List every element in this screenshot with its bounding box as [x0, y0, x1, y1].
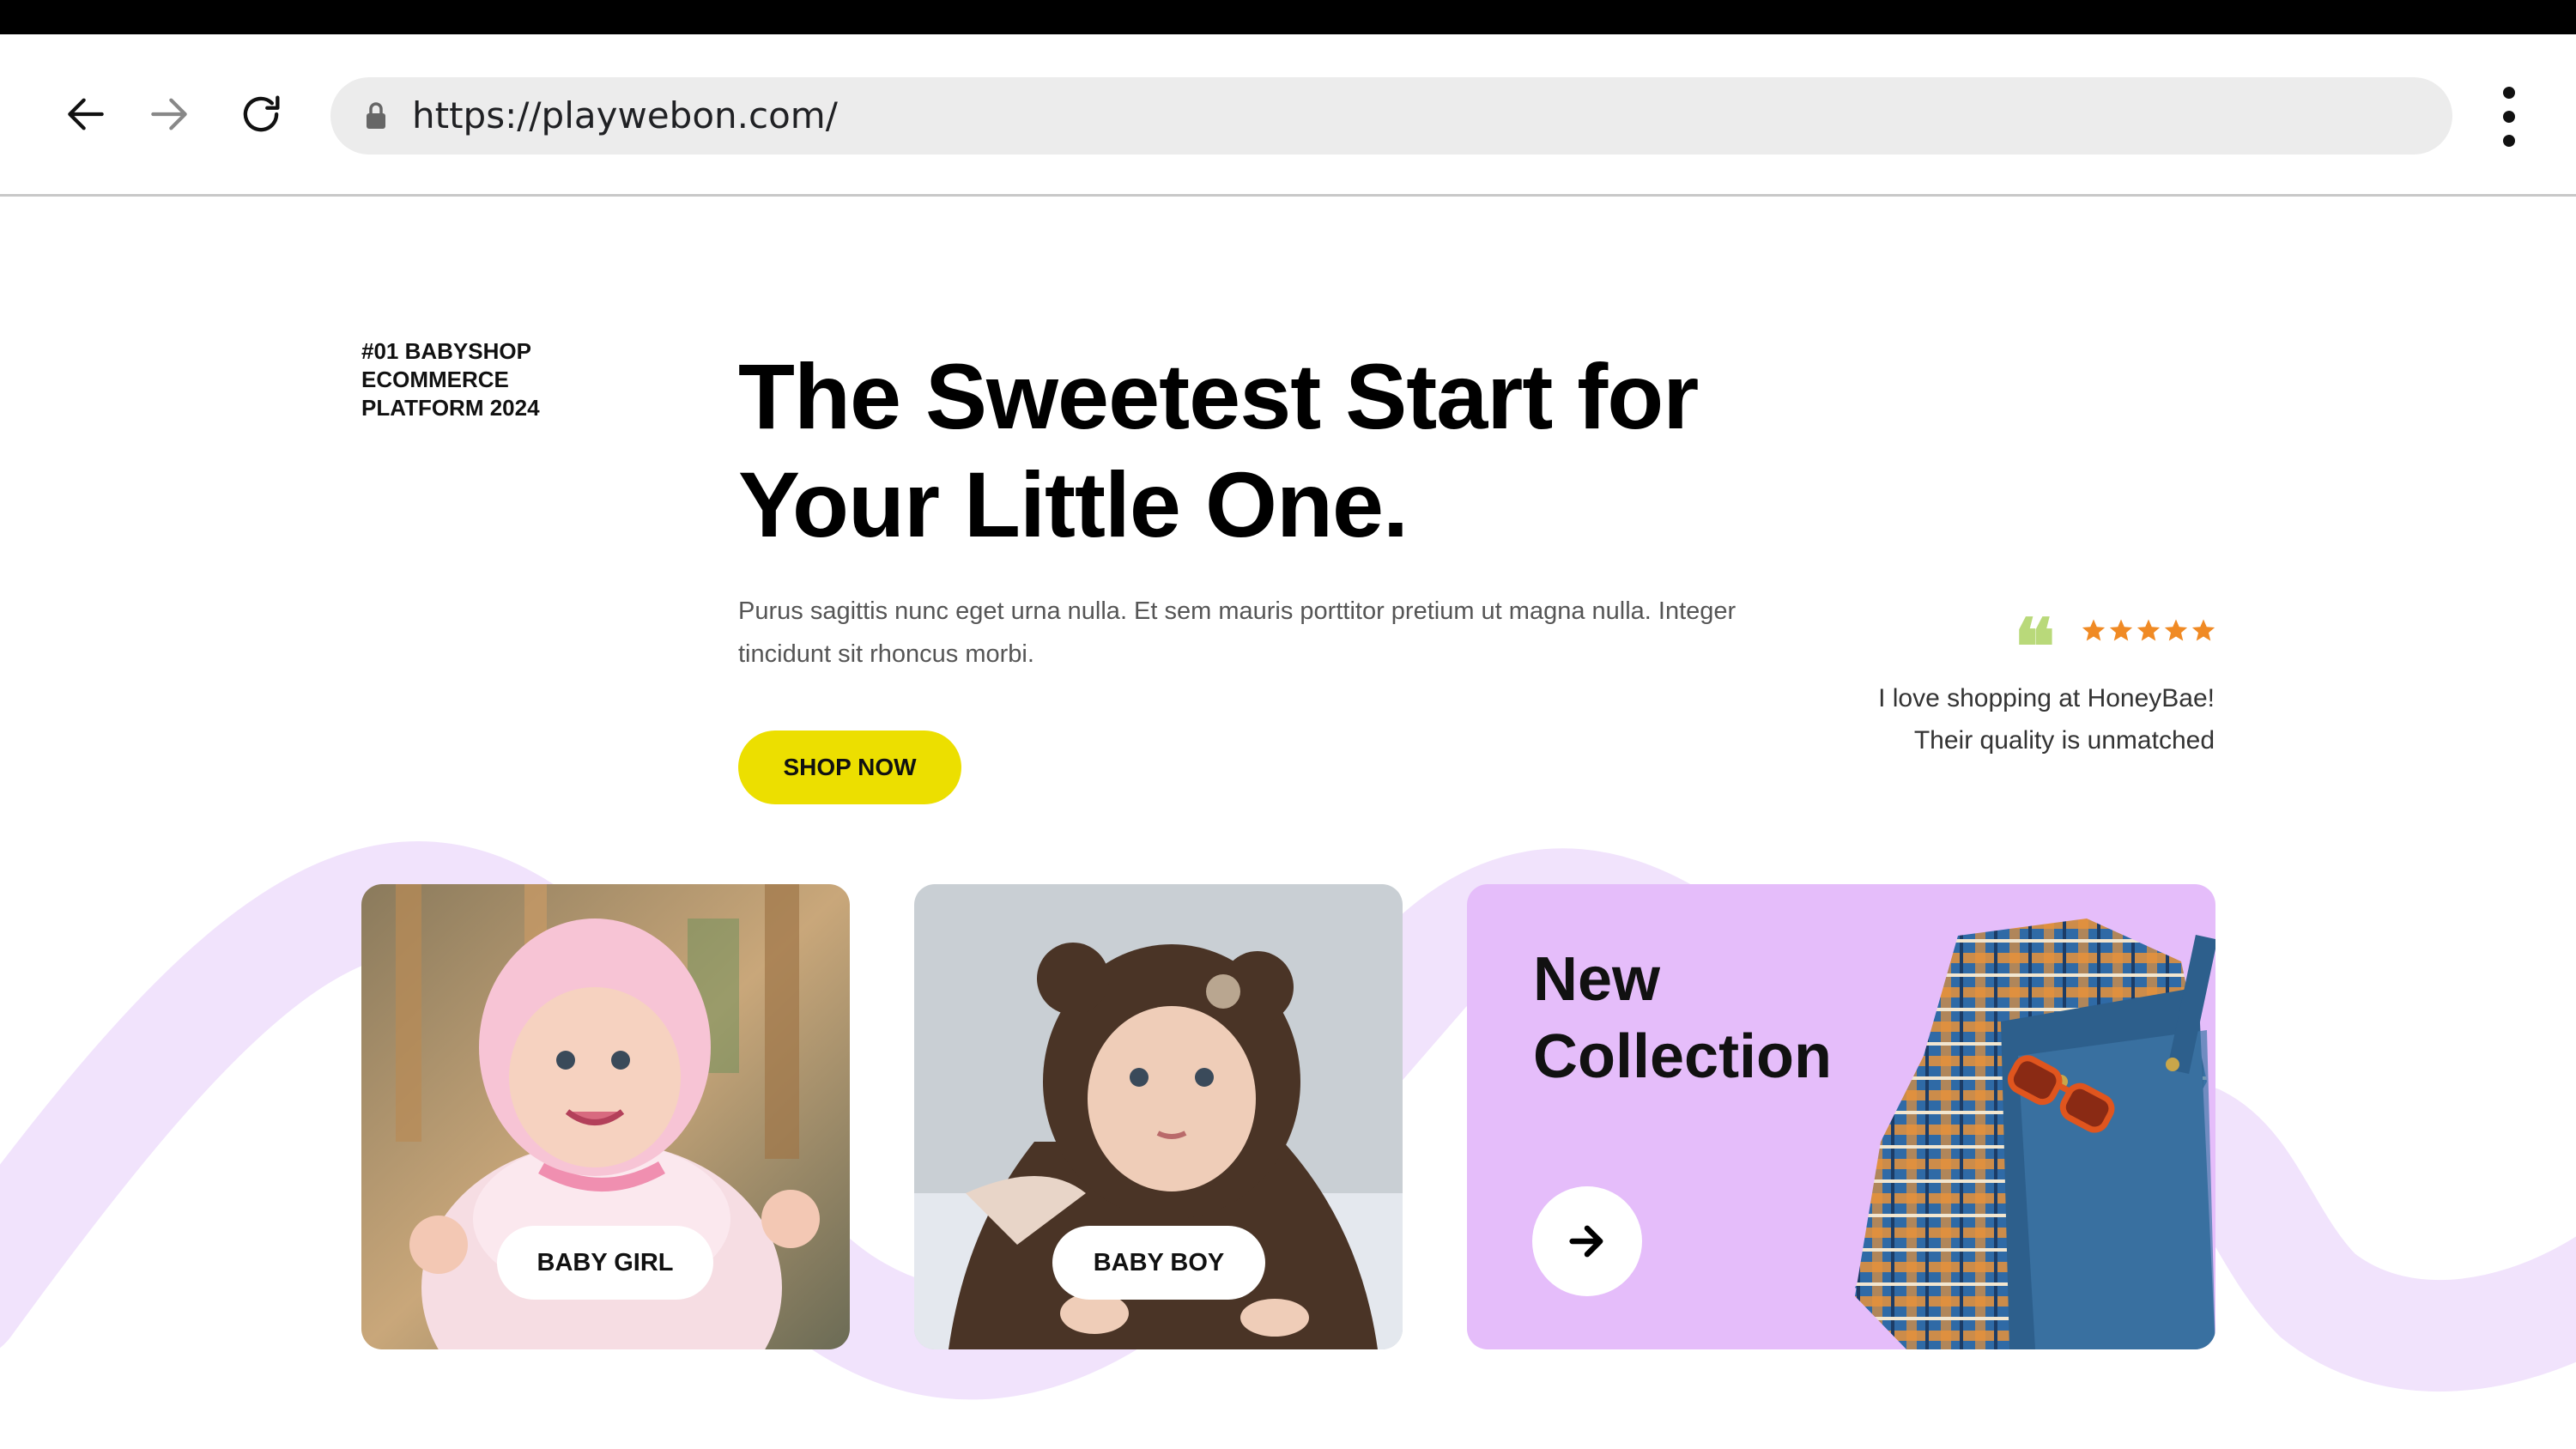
hero-description: Purus sagittis nunc eget urna nulla. Et … [738, 597, 1737, 668]
rating-stars [2081, 617, 2216, 643]
more-vert-icon [2503, 87, 2515, 147]
star-icon [2109, 619, 2133, 641]
back-arrow-icon [68, 98, 104, 130]
star-icon [2137, 619, 2161, 641]
window-top-bar [0, 0, 2576, 34]
new-collection-card[interactable]: New Collection [1467, 884, 2215, 1349]
arrow-right-icon [1569, 1225, 1603, 1258]
forward-arrow-icon [151, 98, 187, 130]
star-icon [2164, 619, 2188, 641]
browser-menu-button[interactable] [2488, 84, 2531, 149]
baby-boy-card[interactable]: BABY BOY [914, 884, 1403, 1349]
hero-headline: The Sweetest Start for Your Little One. [738, 344, 1699, 556]
baby-girl-button[interactable]: BABY GIRL [497, 1226, 713, 1300]
baby-girl-card[interactable]: BABY GIRL [361, 884, 850, 1349]
new-collection-title: New Collection [1533, 945, 1833, 1091]
new-collection-arrow-button[interactable] [1532, 1186, 1642, 1296]
quote-icon: ❝ [2014, 602, 2056, 693]
reload-icon [243, 95, 280, 132]
back-button[interactable] [56, 84, 116, 144]
forward-button[interactable] [139, 84, 199, 144]
testimonial-text: I love shopping at HoneyBae! Their quali… [1878, 684, 2215, 755]
star-icon [2191, 619, 2215, 641]
address-bar[interactable]: https://playwebon.com/ [330, 77, 2452, 155]
baby-boy-button[interactable]: BABY BOY [1052, 1226, 1265, 1300]
lock-icon [367, 102, 385, 129]
shop-now-button[interactable]: SHOP NOW [738, 731, 961, 804]
webpage-content: #01 BABYSHOP ECOMMERCE PLATFORM 2024 The… [0, 197, 2576, 1449]
hero-tagline: #01 BABYSHOP ECOMMERCE PLATFORM 2024 [361, 338, 540, 421]
clothing-photo [1855, 919, 2215, 1349]
browser-toolbar: https://playwebon.com/ [0, 34, 2576, 197]
star-icon [2082, 619, 2106, 641]
reload-button[interactable] [231, 84, 291, 144]
url-text: https://playwebon.com/ [412, 94, 838, 136]
